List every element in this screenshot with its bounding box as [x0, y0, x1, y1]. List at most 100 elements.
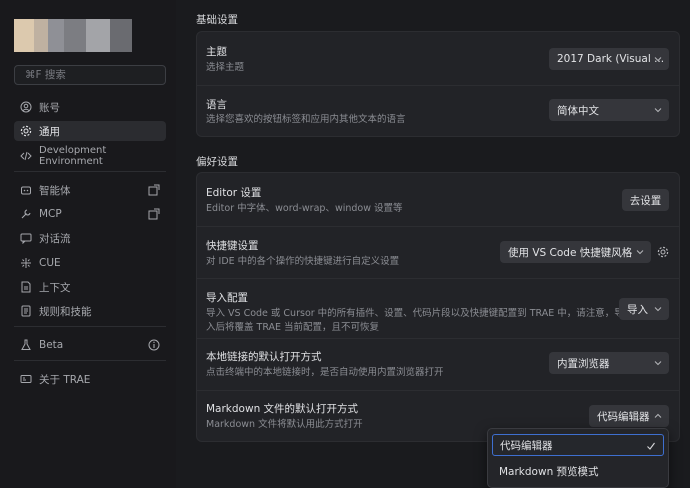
- sidebar-item-mcp[interactable]: MCP: [14, 204, 166, 224]
- user-icon: [20, 101, 32, 113]
- import-row: 导入配置 导入 VS Code 或 Cursor 中的所有插件、设置、代码片段以…: [197, 278, 679, 338]
- language-row: 语言 选择您喜欢的按钮标签和应用内其他文本的语言 简体中文: [197, 85, 679, 136]
- import-title: 导入配置: [206, 292, 248, 304]
- link-open-desc: 点击终端中的本地链接时，是否自动使用内置浏览器打开: [206, 367, 444, 378]
- chevron-down-icon: [654, 361, 662, 366]
- chevron-down-icon: [654, 307, 662, 312]
- sidebar-item-label: 通用: [39, 125, 60, 138]
- import-select-value: 导入: [627, 303, 648, 316]
- import-select[interactable]: 导入: [619, 298, 669, 320]
- theme-row: 主题 选择主题 2017 Dark (Visual ...: [197, 32, 679, 85]
- editor-desc: Editor 中字体、word-wrap、window 设置等: [206, 203, 403, 214]
- gear-icon[interactable]: [657, 246, 669, 258]
- link-open-select-value: 内置浏览器: [557, 357, 610, 370]
- markdown-open-select-value: 代码编辑器: [597, 410, 650, 423]
- language-title: 语言: [206, 99, 227, 111]
- import-desc-line2: 入后将覆盖 TRAE 当前配置，且不可恢复: [206, 322, 380, 333]
- language-desc: 选择您喜欢的按钮标签和应用内其他文本的语言: [206, 114, 406, 125]
- editor-title: Editor 设置: [206, 187, 262, 199]
- shortcut-desc: 对 IDE 中的各个操作的快捷键进行自定义设置: [206, 256, 400, 267]
- language-select[interactable]: 简体中文: [549, 99, 669, 121]
- avatar-pixel: [86, 19, 110, 52]
- link-open-title: 本地链接的默认打开方式: [206, 351, 322, 363]
- sparkle-icon: [20, 257, 32, 269]
- sidebar: 账号 通用 Development Environment 智能体 MCP 对话…: [0, 0, 176, 488]
- import-desc-line1: 导入 VS Code 或 Cursor 中的所有插件、设置、代码片段以及快捷键配…: [206, 308, 624, 319]
- sidebar-item-cue[interactable]: CUE: [14, 253, 166, 273]
- avatar[interactable]: [14, 19, 132, 52]
- basic-settings-card: 主题 选择主题 2017 Dark (Visual ... 语言 选择您喜欢的按…: [196, 31, 680, 137]
- sidebar-item-label: 上下文: [39, 281, 71, 294]
- markdown-title: Markdown 文件的默认打开方式: [206, 403, 359, 415]
- shortcut-select-value: 使用 VS Code 快捷键风格: [508, 246, 633, 259]
- open-external-icon[interactable]: [148, 208, 160, 220]
- theme-select-value: 2017 Dark (Visual ...: [557, 53, 665, 65]
- dropdown-option-label: 代码编辑器: [500, 439, 553, 452]
- sidebar-item-beta[interactable]: Beta: [14, 335, 166, 355]
- sidebar-item-general[interactable]: 通用: [14, 121, 166, 141]
- sidebar-item-label: Beta: [39, 339, 64, 351]
- sidebar-item-chat-flow[interactable]: 对话流: [14, 228, 166, 248]
- sidebar-item-rules-skills[interactable]: 规则和技能: [14, 301, 166, 321]
- info-icon[interactable]: [148, 339, 160, 351]
- sidebar-item-label: Development Environment: [39, 145, 107, 167]
- avatar-pixel: [64, 19, 86, 52]
- link-open-select[interactable]: 内置浏览器: [549, 352, 669, 374]
- theme-title: 主题: [206, 46, 227, 58]
- basic-settings-title: 基础设置: [196, 14, 238, 26]
- sidebar-item-context[interactable]: 上下文: [14, 277, 166, 297]
- avatar-pixel: [48, 19, 64, 52]
- shortcut-select[interactable]: 使用 VS Code 快捷键风格: [500, 241, 651, 263]
- editor-row: Editor 设置 Editor 中字体、word-wrap、window 设置…: [197, 173, 679, 226]
- sidebar-item-about[interactable]: 关于 TRAE: [14, 369, 166, 389]
- open-external-icon[interactable]: [148, 184, 160, 196]
- go-settings-button[interactable]: 去设置: [622, 189, 669, 211]
- search-box[interactable]: [14, 65, 166, 85]
- avatar-pixel: [14, 19, 34, 52]
- shortcut-row: 快捷键设置 对 IDE 中的各个操作的快捷键进行自定义设置 使用 VS Code…: [197, 226, 679, 278]
- code-icon: [20, 150, 32, 162]
- dropdown-option-markdown-preview[interactable]: Markdown 预览模式: [492, 460, 664, 482]
- chevron-down-icon: [636, 250, 644, 255]
- chevron-down-icon: [654, 108, 662, 113]
- sidebar-item-label: 对话流: [39, 232, 71, 245]
- link-open-row: 本地链接的默认打开方式 点击终端中的本地链接时，是否自动使用内置浏览器打开 内置…: [197, 338, 679, 390]
- avatar-pixel: [34, 19, 48, 52]
- preferences-card: Editor 设置 Editor 中字体、word-wrap、window 设置…: [196, 172, 680, 442]
- wrench-icon: [20, 208, 32, 220]
- sidebar-divider: [14, 360, 166, 361]
- markdown-desc: Markdown 文件将默认用此方式打开: [206, 419, 363, 430]
- dropdown-option-label: Markdown 预览模式: [499, 465, 599, 478]
- sidebar-item-label: 规则和技能: [39, 305, 92, 318]
- document-icon: [20, 281, 32, 293]
- sidebar-divider: [14, 326, 166, 327]
- robot-icon: [20, 184, 32, 196]
- sidebar-item-account[interactable]: 账号: [14, 97, 166, 117]
- flask-icon: [20, 339, 32, 351]
- sidebar-item-label: CUE: [39, 257, 61, 269]
- markdown-open-select[interactable]: 代码编辑器: [589, 405, 669, 427]
- chevron-up-icon: [654, 413, 662, 418]
- shortcut-title: 快捷键设置: [206, 240, 259, 252]
- sidebar-item-label: 关于 TRAE: [39, 373, 91, 386]
- search-input[interactable]: [25, 69, 165, 81]
- sidebar-item-label: MCP: [39, 208, 62, 220]
- avatar-pixel: [110, 19, 132, 52]
- dropdown-option-code-editor[interactable]: 代码编辑器: [492, 434, 664, 456]
- language-select-value: 简体中文: [557, 104, 599, 117]
- sidebar-item-label: 账号: [39, 101, 60, 114]
- sidebar-item-label: 智能体: [39, 184, 71, 197]
- preferences-title: 偏好设置: [196, 156, 238, 168]
- sidebar-divider: [14, 171, 166, 172]
- gear-icon: [20, 125, 32, 137]
- theme-desc: 选择主题: [206, 62, 245, 73]
- sidebar-item-dev-env[interactable]: Development Environment: [14, 145, 166, 167]
- theme-select[interactable]: 2017 Dark (Visual ...: [549, 48, 669, 70]
- book-icon: [20, 305, 32, 317]
- chevron-down-icon: [654, 57, 662, 62]
- markdown-open-dropdown: 代码编辑器 Markdown 预览模式: [487, 428, 669, 488]
- chat-icon: [20, 232, 32, 244]
- sidebar-item-agent[interactable]: 智能体: [14, 180, 166, 200]
- check-icon: [647, 442, 655, 450]
- info-card-icon: [20, 373, 32, 385]
